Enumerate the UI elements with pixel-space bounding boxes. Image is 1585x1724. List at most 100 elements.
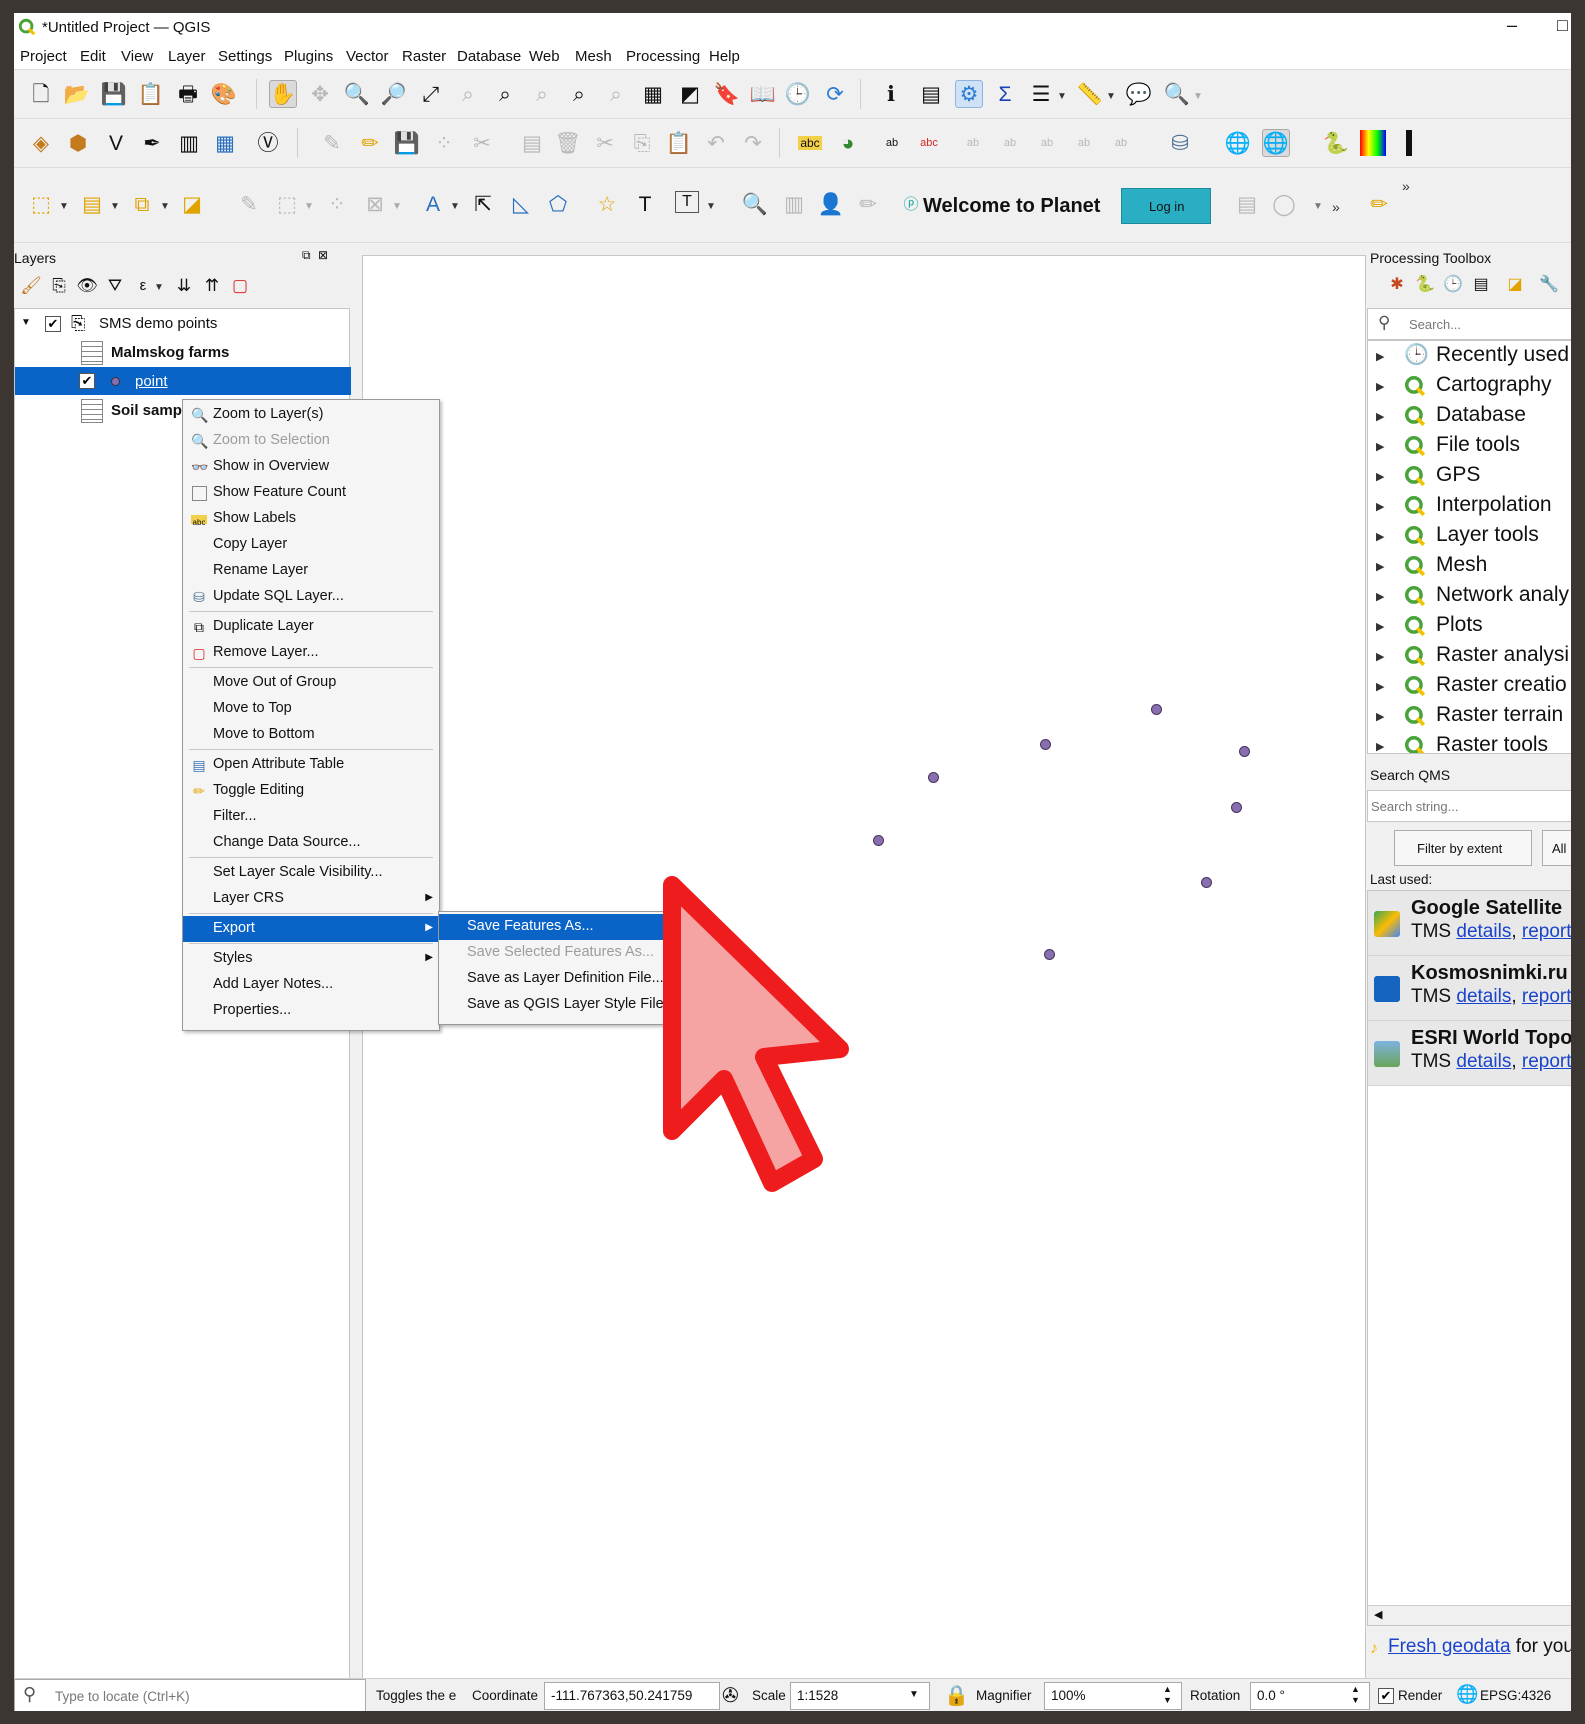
data-source-manager-icon[interactable]: ◈ [28,130,54,156]
menu-item-add-layer-notes[interactable]: Add Layer Notes... [183,972,439,998]
diagram-icon[interactable]: ◕ [835,130,861,156]
save-project-icon[interactable]: 💾 [101,81,127,107]
planet-tool-icon[interactable]: ✏ [855,191,881,217]
chevron-down-icon[interactable]: ▼ [1313,201,1323,212]
show-bookmarks-icon[interactable]: 📖 [750,81,776,107]
minimize-button[interactable]: – [1507,15,1517,36]
toolbox-item-database[interactable]: ▶ Database [1368,401,1571,431]
spin-arrows-icon[interactable]: ▲ ▼ [1351,1684,1360,1706]
current-edits-icon[interactable]: ✎ [319,130,345,156]
magnifier-field[interactable]: 100% ▲ ▼ [1044,1682,1182,1710]
annotation-pen-icon[interactable]: ✏ [1366,191,1392,217]
toolbox-search-input[interactable]: ⚲ Search... [1367,308,1571,340]
menu-item-properties[interactable]: Properties... [183,998,439,1018]
rotate-label-icon[interactable]: ab [997,130,1023,156]
toolbox-item-interpolation[interactable]: ▶ Interpolation [1368,491,1571,521]
menu-project[interactable]: Project [20,48,67,65]
zoom-in-icon[interactable]: 🔍 [344,81,370,107]
add-delimited-text-icon[interactable]: ✒ [139,130,165,156]
label-properties-icon[interactable]: ab [1108,130,1134,156]
add-annotation-icon[interactable]: ◺ [508,191,534,217]
menu-item-zoom-to-selection[interactable]: 🔍 Zoom to Selection [183,428,439,454]
statistics-sum-icon[interactable]: Σ [992,81,1018,107]
edit-features-inplace-icon[interactable]: ◪ [1502,272,1528,298]
menu-item-show-feature-count[interactable]: Show Feature Count [183,480,439,506]
checkbox-icon[interactable] [192,486,207,501]
modify-attributes-icon[interactable]: ▤ [519,130,545,156]
copy-features-icon[interactable]: ⎘ [629,130,655,156]
results-icon[interactable]: ▤ [1468,272,1494,298]
layer-checkbox[interactable]: ✔ [45,316,61,332]
undo-icon[interactable]: ↶ [703,130,729,156]
menu-item-move-to-top[interactable]: Move to Top [183,696,439,722]
lock-icon[interactable]: 🔒 [944,1683,969,1708]
add-marker-icon[interactable]: ☆ [594,191,620,217]
scale-field[interactable]: 1:1528 ▼ [790,1682,930,1710]
layer-point-selected[interactable]: ✔ point [15,367,351,395]
map-point[interactable] [1201,877,1212,888]
label-toolbar-icon[interactable]: abc [798,136,822,150]
toolbox-item-cartography[interactable]: ▶ Cartography [1368,371,1571,401]
change-label-icon[interactable]: ab [1034,130,1060,156]
menu-item-layer-crs[interactable]: Layer CRS ▶ [183,886,439,912]
rotation-field[interactable]: 0.0 ° ▲ ▼ [1250,1682,1370,1710]
expand-all-icon[interactable]: ⇊ [171,272,197,298]
refresh-icon[interactable]: ⟳ [822,81,848,107]
paste-features-icon[interactable]: 📋 [666,130,692,156]
menu-layer[interactable]: Layer [168,48,206,65]
attributes-toolbar-icon[interactable]: ▤ [918,81,944,107]
zoom-full-icon[interactable]: ⤢ [418,81,444,107]
toolbox-item-recently-used[interactable]: ▶ 🕒 Recently used [1368,341,1571,371]
zoom-out-icon[interactable]: 🔎 [381,81,407,107]
details-link[interactable]: details [1456,986,1511,1007]
all-button[interactable]: All [1542,830,1571,866]
horizontal-scrollbar[interactable]: ◀ [1368,1605,1571,1625]
menu-item-set-layer-scale-visibility[interactable]: Set Layer Scale Visibility... [183,860,439,886]
map-point[interactable] [1151,704,1162,715]
toolbar-overflow-icon[interactable]: » [1332,199,1340,215]
new-map-view-icon[interactable]: ▦ [640,81,666,107]
menu-item-change-data-source[interactable]: Change Data Source... [183,830,439,856]
chevron-down-icon[interactable]: ▼ [59,201,69,212]
planet-user-icon[interactable]: 👤 [818,191,844,217]
models-icon[interactable]: ✱ [1384,272,1410,298]
menu-edit[interactable]: Edit [80,48,106,65]
crs-label[interactable]: EPSG:4326 [1480,1688,1551,1703]
details-link[interactable]: details [1456,921,1511,942]
toggle-extents-icon[interactable]: ✇ [722,1683,739,1708]
map-point[interactable] [1231,802,1242,813]
text-annotation-icon[interactable]: T [675,191,699,213]
highlight-labels-icon[interactable]: abc [916,130,942,156]
save-edits-icon[interactable]: 💾 [394,130,420,156]
filter-by-extent-button[interactable]: Filter by extent [1394,830,1532,866]
save-as-icon[interactable]: 📋 [138,81,164,107]
cut-features-icon[interactable]: ✂ [592,130,618,156]
chevron-down-icon[interactable]: ▼ [392,201,402,212]
qms-service-kosmosnimki[interactable]: Kosmosnimki.ru TMS details, report [1368,956,1571,1021]
zoom-to-layer-icon[interactable]: ⌕ [492,81,518,107]
reshape-icon[interactable]: ⊠ [362,191,388,217]
add-point-icon[interactable]: ⁘ [431,130,457,156]
maximize-button[interactable]: □ [1557,15,1568,36]
filter-expression-icon[interactable]: ε [130,272,156,298]
open-project-icon[interactable]: 📂 [64,81,90,107]
menu-vector[interactable]: Vector [346,48,389,65]
toolbox-item-file-tools[interactable]: ▶ File tools [1368,431,1571,461]
toolbox-item-plots[interactable]: ▶ Plots [1368,611,1571,641]
crs-globe-icon[interactable]: 🌐 [1456,1684,1478,1705]
digitize-shape-icon[interactable]: ✎ [236,191,262,217]
redo-icon[interactable]: ↷ [740,130,766,156]
report-link[interactable]: report [1522,921,1571,942]
locator-input[interactable]: ⚲ Type to locate (Ctrl+K) [14,1679,366,1711]
open-table-icon[interactable]: ☰ [1028,81,1054,107]
settings-gear-icon[interactable]: ⚙ [955,80,983,108]
menu-item-show-in-overview[interactable]: 👓 Show in Overview [183,454,439,480]
select-arrow-icon[interactable]: ⇱ [470,191,496,217]
globe-plugin-icon[interactable]: 🌐 [1225,130,1251,156]
layer-malmskog-farms[interactable]: Malmskog farms [15,338,351,366]
filter-legend-icon[interactable]: ⛛ [102,272,128,298]
print-layout-icon[interactable]: 🖶 [175,81,201,107]
map-tips-icon[interactable]: 💬 [1126,81,1152,107]
add-raster-icon[interactable]: ▦ [212,130,238,156]
chevron-down-icon[interactable]: ▼ [909,1689,919,1700]
